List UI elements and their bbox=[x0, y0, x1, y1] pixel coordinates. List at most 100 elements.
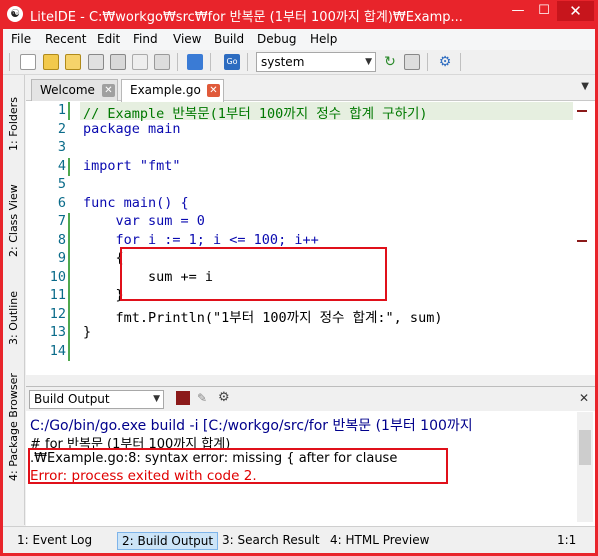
menu-file[interactable]: File bbox=[11, 32, 31, 46]
menu-edit[interactable]: Edit bbox=[97, 32, 120, 46]
new-file-icon[interactable] bbox=[20, 54, 36, 70]
toolbar-separator bbox=[210, 53, 211, 71]
open-folder-icon[interactable] bbox=[65, 54, 81, 70]
home-icon[interactable] bbox=[187, 54, 203, 70]
copy-icon[interactable] bbox=[154, 54, 170, 70]
code-line: func main() { bbox=[83, 195, 189, 211]
tab-list-arrow-icon[interactable]: ▼ bbox=[581, 81, 589, 92]
environment-value: system bbox=[261, 55, 305, 69]
code-editor[interactable]: 1 2 3 4 5 6 7 8 9 10 11 12 13 14 // Exam… bbox=[26, 102, 595, 375]
line-number: 6 bbox=[57, 195, 66, 211]
code-line: package main bbox=[83, 121, 181, 137]
status-tab-html-preview[interactable]: 4: HTML Preview bbox=[326, 532, 433, 550]
line-number: 4 bbox=[57, 158, 66, 174]
build-output-pane: Build Output ▼ ✎ ⚙ ✕ C:/Go/bin/go.exe bu… bbox=[26, 386, 595, 526]
changed-line-marker bbox=[68, 102, 70, 120]
options-gear-icon[interactable]: ⚙ bbox=[437, 54, 453, 70]
toolbar-separator bbox=[177, 53, 178, 71]
environment-select[interactable]: system ▼ bbox=[256, 52, 376, 72]
stop-icon[interactable] bbox=[176, 391, 190, 405]
line-number: 10 bbox=[49, 269, 66, 285]
code-line: var sum = 0 bbox=[83, 213, 205, 229]
status-tab-search-result[interactable]: 3: Search Result bbox=[218, 532, 324, 550]
save-all-icon[interactable] bbox=[110, 54, 126, 70]
left-sidebar: 1: Folders 2: Class View 3: Outline 4: P… bbox=[3, 75, 25, 525]
menu-find[interactable]: Find bbox=[133, 32, 158, 46]
scrollbar-thumb[interactable] bbox=[579, 430, 591, 465]
close-icon[interactable]: ✕ bbox=[207, 84, 220, 97]
save-icon[interactable] bbox=[88, 54, 104, 70]
vertical-scrollbar[interactable] bbox=[577, 412, 593, 522]
sidebar-tab-class-view[interactable]: 2: Class View bbox=[3, 161, 25, 263]
menu-view[interactable]: View bbox=[173, 32, 201, 46]
toolbar-separator bbox=[427, 53, 428, 71]
menu-recent[interactable]: Recent bbox=[45, 32, 86, 46]
changed-line-marker bbox=[68, 158, 70, 176]
error-highlight-box bbox=[28, 448, 448, 484]
line-number: 7 bbox=[57, 213, 66, 229]
line-number: 14 bbox=[49, 343, 66, 359]
sidebar-tab-folders[interactable]: 1: Folders bbox=[3, 75, 25, 155]
close-window-button[interactable]: ✕ bbox=[557, 1, 594, 21]
new-project-icon[interactable] bbox=[43, 54, 59, 70]
edit-environment-icon[interactable] bbox=[404, 54, 420, 70]
clear-icon[interactable]: ✎ bbox=[197, 391, 211, 405]
line-number: 1 bbox=[57, 102, 66, 118]
sidebar-tab-outline[interactable]: 3: Outline bbox=[3, 271, 25, 349]
build-command-line: C:/Go/bin/go.exe build -i [C:/workgo/src… bbox=[30, 418, 473, 434]
minimize-button[interactable]: — bbox=[505, 1, 531, 21]
code-line: } bbox=[83, 287, 124, 303]
code-line: { bbox=[83, 250, 124, 266]
title-bar: ☯ LiteIDE - C:₩workgo₩src₩for 반복문 (1부터 1… bbox=[0, 0, 598, 29]
line-number: 13 bbox=[49, 324, 66, 340]
maximize-button[interactable]: ☐ bbox=[531, 1, 557, 21]
output-selector-value: Build Output bbox=[34, 392, 110, 406]
menu-bar: File Recent Edit Find View Build Debug H… bbox=[3, 29, 595, 50]
editor-area: Welcome ✕ Example.go ✕ ▼ 1 2 3 4 5 6 7 8 bbox=[26, 75, 595, 375]
line-number: 11 bbox=[49, 287, 66, 303]
menu-build[interactable]: Build bbox=[214, 32, 244, 46]
tab-example-go[interactable]: Example.go ✕ bbox=[121, 79, 224, 102]
code-line: // Example 반복문(1부터 100까지 정수 합계 구하기) bbox=[83, 106, 428, 122]
line-number: 5 bbox=[57, 176, 66, 192]
tab-welcome[interactable]: Welcome ✕ bbox=[31, 79, 118, 101]
settings-gear-icon[interactable]: ⚙ bbox=[218, 391, 232, 405]
line-number: 8 bbox=[57, 232, 66, 248]
line-number: 2 bbox=[57, 121, 66, 137]
output-selector[interactable]: Build Output ▼ bbox=[29, 390, 164, 409]
close-file-icon[interactable] bbox=[132, 54, 148, 70]
error-marker bbox=[577, 110, 587, 112]
status-bar: 1: Event Log 2: Build Output 3: Search R… bbox=[3, 526, 595, 553]
line-number: 9 bbox=[57, 250, 66, 266]
code-line: for i := 1; i <= 100; i++ bbox=[83, 232, 319, 248]
refresh-icon[interactable]: ↻ bbox=[382, 54, 398, 70]
menu-debug[interactable]: Debug bbox=[257, 32, 296, 46]
close-panel-icon[interactable]: ✕ bbox=[579, 391, 589, 405]
status-tab-build-output[interactable]: 2: Build Output bbox=[117, 532, 219, 550]
go-icon[interactable]: Go bbox=[224, 54, 240, 70]
changed-line-marker bbox=[68, 213, 70, 361]
chevron-down-icon: ▼ bbox=[153, 394, 160, 404]
close-icon[interactable]: ✕ bbox=[102, 84, 115, 97]
editor-tabs: Welcome ✕ Example.go ✕ ▼ bbox=[26, 75, 595, 102]
liteide-window: ☯ LiteIDE - C:₩workgo₩src₩for 반복문 (1부터 1… bbox=[0, 0, 598, 556]
toolbar-separator bbox=[460, 53, 461, 71]
status-tab-event-log[interactable]: 1: Event Log bbox=[13, 532, 96, 550]
menu-help[interactable]: Help bbox=[310, 32, 337, 46]
error-marker bbox=[577, 240, 587, 242]
sidebar-tab-package-browser[interactable]: 4: Package Browser bbox=[3, 355, 25, 485]
code-line: } bbox=[83, 324, 92, 340]
tab-label: Example.go bbox=[130, 83, 201, 97]
chevron-down-icon: ▼ bbox=[365, 57, 372, 67]
highlight-box bbox=[120, 247, 387, 301]
line-number: 3 bbox=[57, 139, 66, 155]
tab-label: Welcome bbox=[40, 83, 95, 97]
line-number: 12 bbox=[49, 306, 66, 322]
main-area: File Recent Edit Find View Build Debug H… bbox=[3, 29, 595, 553]
liteide-app-icon: ☯ bbox=[7, 6, 23, 22]
build-output-header: Build Output ▼ ✎ ⚙ ✕ bbox=[26, 387, 595, 411]
code-line: fmt.Println("1부터 100까지 정수 합계:", sum) bbox=[83, 310, 443, 326]
code-line: import "fmt" bbox=[83, 158, 181, 174]
toolbar-separator bbox=[247, 53, 248, 71]
window-title: LiteIDE - C:₩workgo₩src₩for 반복문 (1부터 100… bbox=[30, 10, 463, 25]
